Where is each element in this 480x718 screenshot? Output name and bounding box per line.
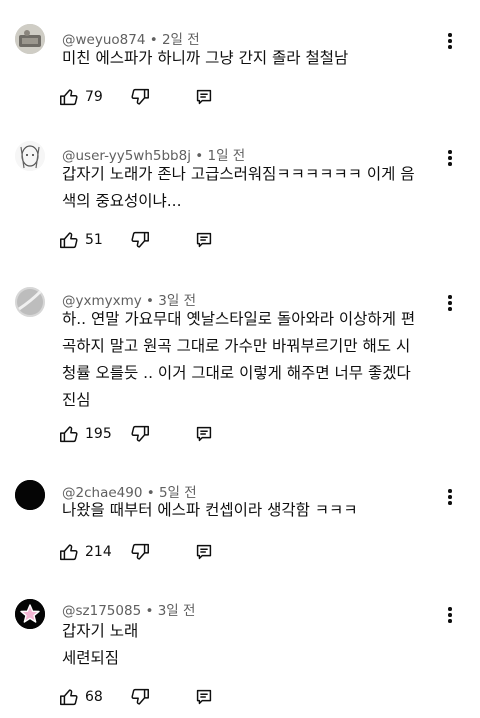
reply-button[interactable] bbox=[193, 229, 217, 253]
thumbs-up-icon bbox=[60, 689, 78, 706]
like-button[interactable]: 51 bbox=[58, 229, 118, 253]
thumbs-down-icon bbox=[131, 688, 149, 705]
reply-icon bbox=[196, 689, 212, 705]
comment-text: 미친 에스파가 하니까 그냥 간지 졸라 철철남 bbox=[62, 49, 349, 67]
comment-text: 나왔을 때부터 에스파 컨셉이라 생각함 ㅋㅋㅋ bbox=[62, 501, 358, 519]
reply-icon bbox=[196, 426, 212, 442]
thumbs-up-icon bbox=[60, 232, 78, 249]
dislike-button[interactable] bbox=[129, 229, 153, 253]
comment-meta: @sz175085 • 3일 전 bbox=[62, 599, 195, 619]
comment-text: 갑자기 노래 세련되짐 bbox=[62, 622, 139, 667]
reply-icon bbox=[196, 544, 212, 560]
avatar-image bbox=[15, 480, 45, 510]
thumbs-up-icon bbox=[60, 426, 78, 443]
avatar-image bbox=[15, 24, 45, 54]
thumbs-up-icon bbox=[60, 544, 78, 561]
like-button[interactable]: 68 bbox=[58, 686, 118, 710]
reply-button[interactable] bbox=[193, 686, 217, 710]
meta-separator: • bbox=[141, 603, 158, 619]
thumbs-down-icon bbox=[131, 88, 149, 105]
reply-icon bbox=[196, 89, 212, 105]
like-count: 51 bbox=[85, 232, 103, 248]
avatar[interactable] bbox=[15, 599, 45, 629]
like-count: 68 bbox=[85, 689, 103, 705]
dislike-button[interactable] bbox=[129, 541, 153, 565]
like-button[interactable]: 195 bbox=[58, 423, 118, 447]
dislike-button[interactable] bbox=[129, 423, 153, 447]
reply-button[interactable] bbox=[193, 423, 217, 447]
comment-text: 갑자기 노래가 존나 고급스러워짐ㅋㅋㅋㅋㅋㅋ 이게 음 색의 중요성이냐... bbox=[62, 165, 415, 210]
reply-button[interactable] bbox=[193, 541, 217, 565]
avatar-image bbox=[15, 141, 45, 171]
avatar-image bbox=[15, 287, 45, 317]
thumbs-down-icon bbox=[131, 543, 149, 560]
reply-icon bbox=[196, 232, 212, 248]
thumbs-down-icon bbox=[131, 425, 149, 442]
like-count: 214 bbox=[85, 544, 112, 560]
reply-button[interactable] bbox=[193, 86, 217, 110]
dislike-button[interactable] bbox=[129, 686, 153, 710]
comment-author[interactable]: @sz175085 bbox=[62, 603, 141, 619]
avatar[interactable] bbox=[15, 480, 45, 510]
thumbs-up-icon bbox=[60, 89, 78, 106]
avatar[interactable] bbox=[15, 287, 45, 317]
comment-text: 하.. 연말 가요무대 옛날스타일로 돌아와라 이상하게 편 곡하지 말고 원곡… bbox=[62, 310, 416, 409]
avatar[interactable] bbox=[15, 141, 45, 171]
like-button[interactable]: 214 bbox=[58, 541, 118, 565]
thumbs-down-icon bbox=[131, 231, 149, 248]
like-count: 195 bbox=[85, 426, 112, 442]
like-count: 79 bbox=[85, 89, 103, 105]
comment-time[interactable]: 3일 전 bbox=[158, 603, 196, 619]
dislike-button[interactable] bbox=[129, 86, 153, 110]
avatar[interactable] bbox=[15, 24, 45, 54]
avatar-image bbox=[15, 599, 45, 629]
like-button[interactable]: 79 bbox=[58, 86, 118, 110]
